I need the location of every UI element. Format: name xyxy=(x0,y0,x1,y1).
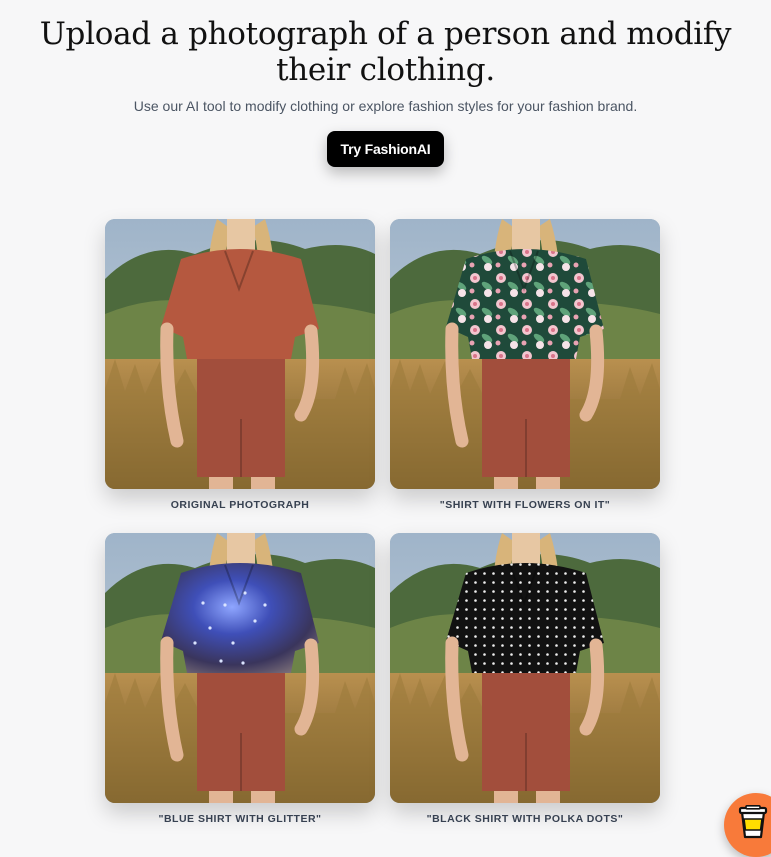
coffee-cup-icon xyxy=(738,805,768,839)
example-gallery: ORIGINAL PHOTOGRAPH "SHIRT WITH FLOWERS … xyxy=(105,219,660,826)
hero-section: Upload a photograph of a person and modi… xyxy=(0,0,771,167)
example-photo xyxy=(390,533,660,803)
photo-caption: "SHIRT WITH FLOWERS ON IT" xyxy=(439,499,611,511)
example-photo xyxy=(105,533,375,803)
gallery-card-flowers: "SHIRT WITH FLOWERS ON IT" xyxy=(390,219,660,512)
gallery-card-glitter: "BLUE SHIRT WITH GLITTER" xyxy=(105,533,375,826)
example-photo xyxy=(390,219,660,489)
photo-caption: ORIGINAL PHOTOGRAPH xyxy=(170,499,310,511)
page-title: Upload a photograph of a person and modi… xyxy=(39,16,732,88)
gallery-card-polka: "BLACK SHIRT WITH POLKA DOTS" xyxy=(390,533,660,826)
photo-caption: "BLACK SHIRT WITH POLKA DOTS" xyxy=(426,813,624,825)
buy-me-a-coffee-button[interactable] xyxy=(724,793,771,857)
try-fashionai-button[interactable]: Try FashionAI xyxy=(326,131,445,167)
example-photo xyxy=(105,219,375,489)
page-subtitle: Use our AI tool to modify clothing or ex… xyxy=(133,98,638,114)
photo-caption: "BLUE SHIRT WITH GLITTER" xyxy=(158,813,322,825)
gallery-card-original: ORIGINAL PHOTOGRAPH xyxy=(105,219,375,512)
